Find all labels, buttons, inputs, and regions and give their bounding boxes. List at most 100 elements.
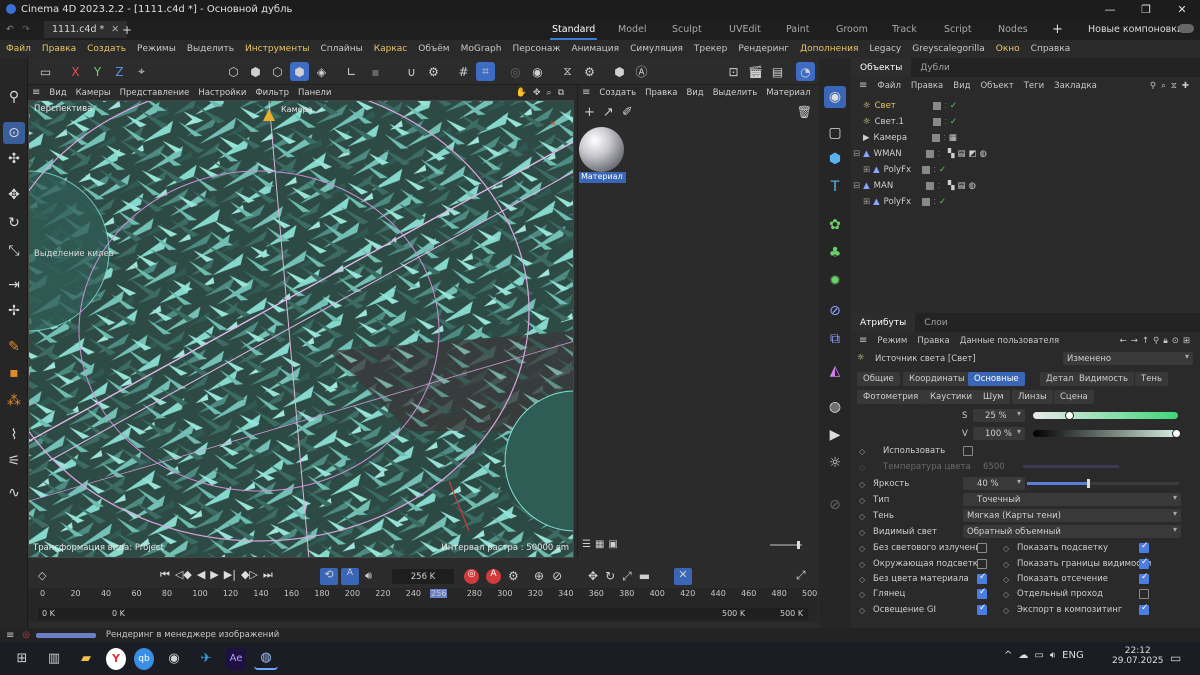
task-view-icon[interactable]: ▥ xyxy=(42,648,66,670)
visibility-dots[interactable]: ⁚ xyxy=(938,150,940,158)
workspace-sculpt[interactable]: Sculpt xyxy=(672,21,702,38)
tab-shadow[interactable]: Тень xyxy=(1135,372,1168,386)
live-select-icon[interactable]: ✣ xyxy=(3,148,25,170)
battery-icon[interactable]: ▭ xyxy=(1034,650,1043,661)
vp-menu-view[interactable]: Вид xyxy=(49,88,66,98)
view-camera-icon[interactable]: ◉ xyxy=(824,86,846,108)
keyframe-diamond-icon[interactable]: ◇ xyxy=(859,528,865,537)
rotate-tool-icon[interactable]: ↻ xyxy=(3,212,25,234)
prev-key-icon[interactable]: ◁◆ xyxy=(175,568,192,582)
mat-menu-edit[interactable]: Правка xyxy=(645,88,677,98)
show-visible-checkbox[interactable] xyxy=(1139,557,1149,569)
layouts-dropdown[interactable]: Новые компоновки xyxy=(1088,21,1183,38)
material-swatch[interactable]: Материал xyxy=(579,127,626,185)
object-row-light1[interactable]: ☼ Свет.1 ⁚ ✓ xyxy=(851,114,1200,129)
clock[interactable]: 22:12 29.07.2025 xyxy=(1112,646,1164,666)
maximize-button[interactable]: ❐ xyxy=(1128,0,1164,18)
menu-create[interactable]: Создать xyxy=(87,44,126,54)
workspace-uvedit[interactable]: UVEdit xyxy=(729,21,761,38)
menu-window[interactable]: Окно xyxy=(996,44,1020,54)
current-frame-field[interactable]: 256 K xyxy=(392,569,454,584)
saturation-knob[interactable] xyxy=(1065,411,1075,420)
sketch-icon[interactable]: ▪ xyxy=(3,362,25,384)
vp-menu-cameras[interactable]: Камеры xyxy=(76,88,111,98)
close-button[interactable]: ✕ xyxy=(1164,0,1200,18)
keyframe-diamond-icon[interactable]: ◇ xyxy=(859,512,865,521)
viewport-nav-icons[interactable]: ✋✥⌕⧉ xyxy=(516,88,570,98)
trash-icon[interactable]: 🗑︎ xyxy=(797,105,812,119)
keyframe-diamond-icon[interactable]: ◇ xyxy=(859,544,865,553)
loop-icon[interactable]: ⟲ xyxy=(320,568,338,585)
expand-icon[interactable]: ⊞ xyxy=(863,197,870,207)
tag-icons[interactable]: ▚▤◩◍ xyxy=(948,149,990,159)
eyedropper-icon[interactable]: ✐ xyxy=(622,105,633,120)
arrow-icon[interactable]: ↗ xyxy=(603,105,614,120)
sound-icon[interactable]: 🔊︎ xyxy=(365,569,372,583)
record-icon[interactable]: ◎ xyxy=(464,569,479,584)
type-dropdown[interactable]: Точечный xyxy=(963,493,1181,506)
workplane-icon[interactable]: ∟ xyxy=(342,62,361,81)
keyframe-diamond-icon[interactable]: ◇ xyxy=(1003,560,1009,569)
brightness-knob[interactable] xyxy=(1086,479,1090,488)
light-object-icon[interactable]: ☼ xyxy=(824,452,846,474)
material-menu-icon[interactable]: ≡ xyxy=(582,87,590,98)
workspace-nodes[interactable]: Nodes xyxy=(998,21,1028,38)
viewport-menu-icon[interactable]: ≡ xyxy=(32,87,40,98)
text-tool-icon[interactable]: Ⓐ xyxy=(632,62,651,81)
key-move-icon[interactable]: ⊕ xyxy=(534,569,544,583)
enabled-check-icon[interactable]: ✓ xyxy=(950,117,957,127)
render-settings-icon[interactable]: ◔ xyxy=(796,62,815,81)
uv-mode-icon[interactable]: ◈ xyxy=(312,62,331,81)
visibility-dots[interactable]: ⁚ xyxy=(945,102,947,110)
yandex-browser-icon[interactable]: Y xyxy=(106,647,126,670)
v-value-field[interactable]: 100 % xyxy=(973,427,1025,440)
attr-menu-mode[interactable]: Режим xyxy=(877,336,907,346)
snap-magnet-icon[interactable]: ∪ xyxy=(402,62,421,81)
back-icon[interactable]: ↶ xyxy=(6,21,14,38)
tab-photometric[interactable]: Фотометрия xyxy=(857,390,925,404)
use-temp-checkbox[interactable] xyxy=(963,446,973,456)
transform-tool-icon[interactable]: ✢ xyxy=(3,300,25,322)
keyframe-diamond-icon[interactable]: ◇ xyxy=(859,606,865,615)
telegram-icon[interactable]: ✈ xyxy=(194,648,218,670)
objects-menu-icon[interactable]: ≡ xyxy=(859,80,867,91)
spline-pen-icon[interactable]: ✎ xyxy=(3,336,25,358)
enabled-check-icon[interactable]: ✓ xyxy=(950,101,957,111)
menu-tracker[interactable]: Трекер xyxy=(694,44,727,54)
mat-menu-create[interactable]: Создать xyxy=(599,88,636,98)
menu-render[interactable]: Рендеринг xyxy=(738,44,789,54)
menu-animation[interactable]: Анимация xyxy=(571,44,619,54)
add-material-icon[interactable]: + xyxy=(584,105,595,120)
menu-simulation[interactable]: Симуляция xyxy=(630,44,683,54)
environment-icon[interactable]: ◍ xyxy=(824,396,846,418)
doc-tab[interactable]: 1111.c4d * ✕ xyxy=(44,21,128,38)
cinema4d-taskbar-icon[interactable]: ◍ xyxy=(254,648,278,670)
expand-icon[interactable]: ⊞ xyxy=(863,165,870,175)
go-start-icon[interactable]: ⏮ xyxy=(160,568,170,582)
cloud-icon[interactable]: ☁ xyxy=(1018,650,1028,661)
material-view-icons[interactable]: ☰▦▣ xyxy=(582,539,622,550)
workspace-standard[interactable]: Standard xyxy=(549,21,598,40)
forward-icon[interactable]: ↷ xyxy=(22,21,30,38)
menu-legacy[interactable]: Legacy xyxy=(869,44,901,54)
object-row-man[interactable]: ⊟ ▲ MAN ⁚ ▚▤◍ xyxy=(851,178,1200,193)
prev-frame-icon[interactable]: ◀ xyxy=(197,568,205,582)
mograph-fracture-icon[interactable]: ♣ xyxy=(824,242,846,264)
keyframe-diamond-icon[interactable]: ◇ xyxy=(1003,606,1009,615)
quantize-icon[interactable]: ⌗ xyxy=(476,62,495,81)
axis-tool-icon[interactable]: ⇥ xyxy=(3,274,25,296)
attr-nav-icons[interactable]: ←→↑⚲🔒︎⊙⊞ xyxy=(1120,336,1194,346)
obj-menu-view[interactable]: Вид xyxy=(953,81,970,91)
x-axis-icon[interactable]: X xyxy=(66,62,85,81)
model-mode-icon[interactable]: ⬡ xyxy=(224,62,243,81)
separate-pass-checkbox[interactable] xyxy=(1139,589,1149,599)
brightness-slider[interactable] xyxy=(1027,479,1179,488)
windows-start-icon[interactable]: ⊞ xyxy=(10,648,34,670)
status-menu-icon[interactable]: ≡ xyxy=(6,630,14,641)
visibility-dots[interactable]: ⁚ xyxy=(938,182,940,190)
viewport-solo-icon[interactable]: ▭ xyxy=(36,62,55,81)
attr-menu-edit[interactable]: Правка xyxy=(917,336,949,346)
menu-mesh[interactable]: Каркас xyxy=(374,44,408,54)
mat-menu-select[interactable]: Выделить xyxy=(713,88,758,98)
object-row-light[interactable]: ☼ Свет ⁚ ✓ xyxy=(851,98,1200,113)
